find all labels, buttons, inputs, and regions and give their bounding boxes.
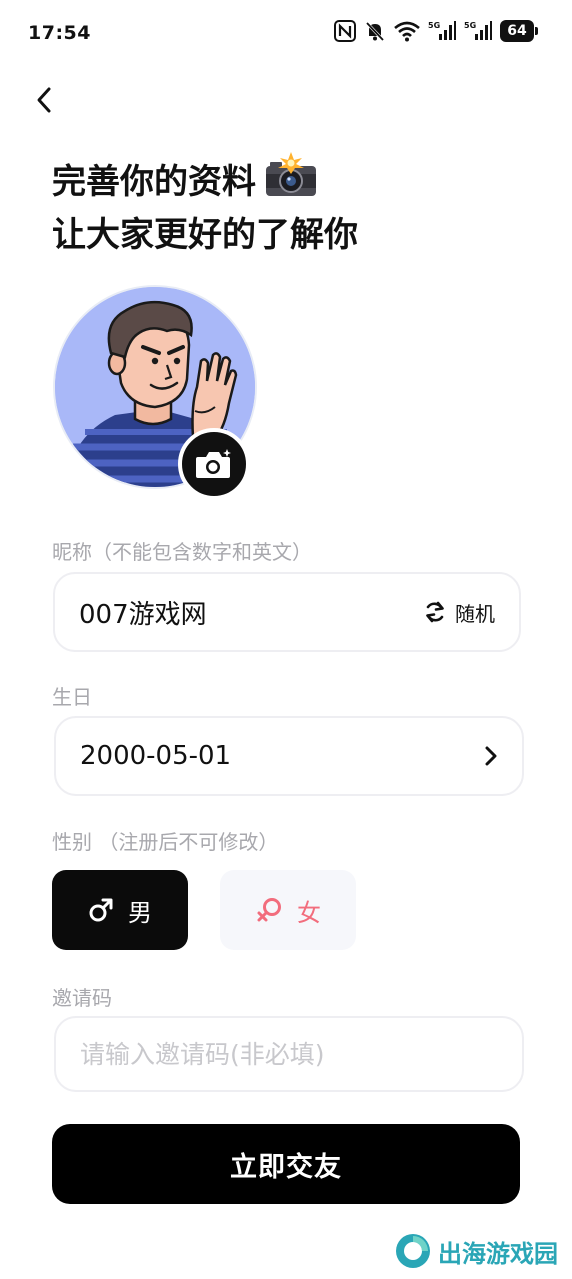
male-symbol-icon	[89, 898, 113, 922]
invite-code-input[interactable]	[80, 1039, 498, 1069]
gender-female-label: 女	[297, 898, 321, 927]
nfc-icon	[334, 20, 356, 42]
invite-label: 邀请码	[52, 986, 112, 1010]
signal-5g-icon: 5G	[428, 21, 456, 40]
camera-icon	[196, 449, 231, 478]
refresh-icon	[426, 601, 444, 623]
chevron-right-icon	[485, 746, 497, 766]
profile-setup-screen: 17:54 5G 5G 64 完善你的资料 让大家更好的了解你 昵称（不能包含数…	[0, 0, 572, 1279]
battery-icon: 64	[500, 20, 538, 42]
title-line-1: 完善你的资料	[52, 161, 256, 202]
title-line-2: 让大家更好的了解你	[52, 215, 358, 255]
gender-male-label: 男	[128, 898, 152, 927]
status-time: 17:54	[28, 22, 91, 44]
battery-level: 64	[507, 23, 527, 39]
watermark-logo-icon	[396, 1234, 430, 1268]
gender-label: 性别 （注册后不可修改）	[52, 830, 279, 854]
avatar-camera-button[interactable]	[178, 428, 250, 500]
svg-text:5G: 5G	[428, 21, 440, 30]
nickname-label: 昵称（不能包含数字和英文）	[52, 540, 312, 564]
back-button[interactable]	[26, 80, 62, 120]
status-bar: 17:54 5G 5G 64	[0, 0, 572, 66]
birthday-label: 生日	[52, 685, 92, 709]
watermark: 出海游戏园	[394, 1232, 558, 1270]
bell-muted-icon	[365, 21, 385, 42]
female-symbol-icon	[257, 898, 281, 922]
random-label: 随机	[455, 601, 495, 626]
invite-code-field[interactable]	[54, 1016, 524, 1092]
birthday-field[interactable]: 2000-05-01	[54, 716, 524, 796]
nickname-field[interactable]: 007游戏网 随机	[53, 572, 521, 652]
gender-female-button[interactable]: 女	[220, 870, 356, 950]
chevron-left-icon	[37, 87, 51, 113]
svg-text:5G: 5G	[464, 21, 476, 30]
gender-male-button[interactable]: 男	[52, 870, 188, 950]
nickname-value: 007游戏网	[79, 599, 207, 630]
watermark-text: 出海游戏园	[438, 1239, 558, 1268]
wifi-icon	[394, 21, 420, 42]
page-title: 完善你的资料 让大家更好的了解你	[52, 152, 358, 259]
birthday-value: 2000-05-01	[80, 741, 232, 771]
submit-button[interactable]: 立即交友	[52, 1124, 520, 1204]
signal-5g-icon: 5G	[464, 21, 492, 40]
status-icons: 5G 5G 64	[334, 20, 538, 42]
random-nickname-button[interactable]: 随机	[423, 598, 495, 627]
camera-flash-icon	[264, 152, 318, 211]
